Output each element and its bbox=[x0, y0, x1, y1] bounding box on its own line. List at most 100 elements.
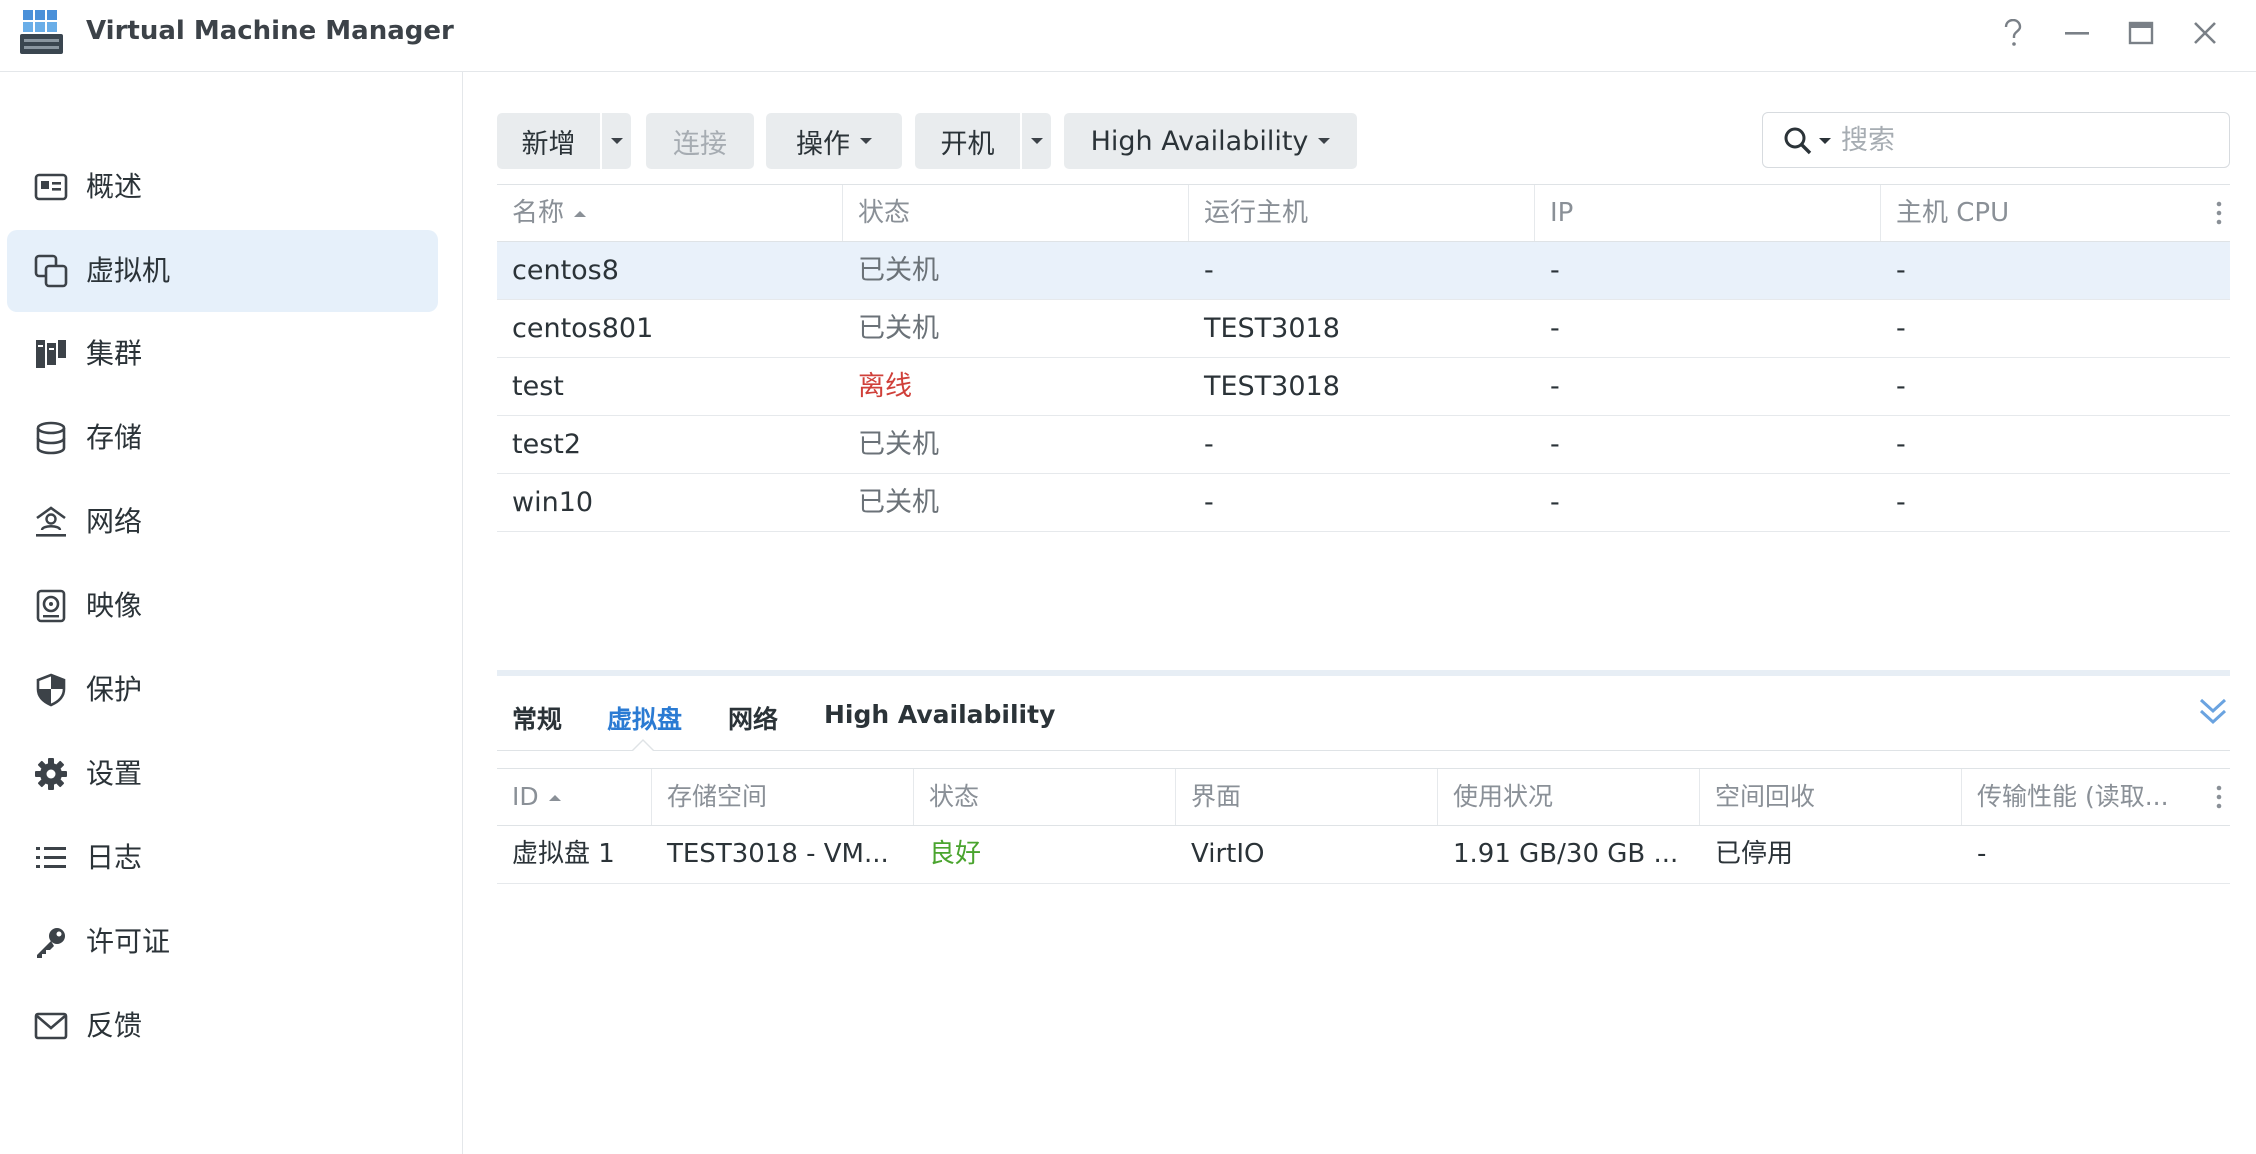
close-button[interactable] bbox=[2182, 10, 2228, 56]
virtual-disk-table: ID 存储空间 状态 界面 使用状况 空间回收 传输性能 (读取... 虚拟盘 … bbox=[497, 768, 2230, 884]
column-header-label: IP bbox=[1550, 198, 1574, 228]
column-header-label: 使用状况 bbox=[1453, 782, 1554, 811]
sidebar-item-label: 概述 bbox=[86, 170, 143, 203]
table-row[interactable]: centos8 已关机 - - - bbox=[497, 242, 2230, 300]
column-header-label: 空间回收 bbox=[1715, 782, 1816, 811]
column-header-id[interactable]: ID bbox=[497, 769, 652, 825]
minimize-button[interactable] bbox=[2054, 10, 2100, 56]
search-box[interactable] bbox=[1762, 112, 2230, 168]
column-header-status[interactable]: 状态 bbox=[843, 185, 1189, 241]
connect-button-label: 连接 bbox=[673, 128, 727, 160]
app-title: Virtual Machine Manager bbox=[86, 16, 454, 46]
vm-host: - bbox=[1204, 487, 1214, 518]
column-header-label: 主机 CPU bbox=[1896, 198, 2010, 228]
disk-id: 虚拟盘 1 bbox=[512, 839, 615, 869]
column-header-space-reclaim[interactable]: 空间回收 bbox=[1700, 769, 1962, 825]
minimize-icon bbox=[2065, 32, 2089, 35]
vm-host: - bbox=[1204, 429, 1214, 460]
vm-name: centos801 bbox=[512, 313, 654, 344]
column-header-host[interactable]: 运行主机 bbox=[1189, 185, 1535, 241]
sidebar-item-protection[interactable]: 保护 bbox=[7, 649, 438, 731]
vm-name: centos8 bbox=[512, 255, 619, 286]
mail-icon bbox=[34, 1012, 68, 1040]
vm-table: 名称 状态 运行主机 IP 主机 CPU centos8 已关机 - - - c… bbox=[497, 184, 2230, 532]
sidebar: 概述 虚拟机 集群 存储 网络 映像 保护 设置 日志 许可证 反馈 bbox=[0, 72, 463, 1154]
vm-host: TEST3018 bbox=[1204, 371, 1340, 402]
column-header-usage[interactable]: 使用状况 bbox=[1438, 769, 1700, 825]
vm-ip: - bbox=[1550, 429, 1560, 460]
chevron-down-icon bbox=[860, 138, 872, 144]
column-header-disk-status[interactable]: 状态 bbox=[914, 769, 1176, 825]
add-dropdown-button[interactable] bbox=[601, 113, 631, 169]
column-header-label: 存储空间 bbox=[667, 782, 768, 811]
table-row[interactable]: test2 已关机 - - - bbox=[497, 416, 2230, 474]
vm-host: TEST3018 bbox=[1204, 313, 1340, 344]
column-header-label: 运行主机 bbox=[1204, 198, 1309, 228]
table-row[interactable]: test 离线 TEST3018 - - bbox=[497, 358, 2230, 416]
table-row[interactable]: win10 已关机 - - - bbox=[497, 474, 2230, 532]
action-button-label: 操作 bbox=[796, 128, 850, 160]
sidebar-item-log[interactable]: 日志 bbox=[7, 817, 438, 899]
column-header-label: 状态 bbox=[929, 782, 980, 811]
search-input[interactable] bbox=[1841, 121, 2211, 159]
sidebar-item-overview[interactable]: 概述 bbox=[7, 146, 438, 228]
table-header: 名称 状态 运行主机 IP 主机 CPU bbox=[497, 184, 2230, 242]
tab-general[interactable]: 常规 bbox=[512, 700, 562, 736]
column-header-label: 传输性能 (读取... bbox=[1977, 782, 2169, 811]
sidebar-item-license[interactable]: 许可证 bbox=[7, 901, 438, 983]
vm-cpu: - bbox=[1896, 487, 1906, 518]
tab-high-availability[interactable]: High Availability bbox=[824, 700, 1055, 729]
power-on-button[interactable]: 开机 bbox=[915, 113, 1020, 169]
chevron-down-icon[interactable] bbox=[1819, 138, 1831, 144]
sort-ascending-icon bbox=[548, 795, 561, 801]
vm-name: test2 bbox=[512, 429, 582, 460]
action-menu-button[interactable]: 操作 bbox=[766, 113, 902, 169]
column-header-ip[interactable]: IP bbox=[1535, 185, 1881, 241]
add-button[interactable]: 新增 bbox=[497, 113, 600, 169]
column-header-cpu[interactable]: 主机 CPU bbox=[1881, 185, 2191, 241]
vm-name: test bbox=[512, 371, 564, 402]
sidebar-item-label: 许可证 bbox=[86, 925, 171, 958]
vm-ip: - bbox=[1550, 255, 1560, 286]
column-header-transfer[interactable]: 传输性能 (读取... bbox=[1962, 769, 2197, 825]
sidebar-item-label: 日志 bbox=[86, 841, 143, 874]
sidebar-item-feedback[interactable]: 反馈 bbox=[7, 985, 438, 1067]
search-icon[interactable] bbox=[1783, 126, 1813, 156]
column-options-icon[interactable] bbox=[2216, 199, 2222, 227]
column-options-icon[interactable] bbox=[2216, 783, 2222, 811]
sidebar-item-label: 网络 bbox=[86, 505, 143, 538]
sidebar-item-storage[interactable]: 存储 bbox=[7, 397, 438, 479]
collapse-panel-icon[interactable] bbox=[2198, 696, 2228, 728]
vm-status: 已关机 bbox=[858, 255, 939, 286]
sidebar-item-virtual-machine[interactable]: 虚拟机 bbox=[7, 230, 438, 312]
maximize-button[interactable] bbox=[2118, 10, 2164, 56]
high-availability-menu-button[interactable]: High Availability bbox=[1064, 113, 1357, 169]
close-icon bbox=[2194, 22, 2216, 44]
chevron-down-icon bbox=[1318, 138, 1331, 144]
sort-ascending-icon bbox=[574, 210, 587, 217]
sidebar-item-label: 存储 bbox=[86, 421, 143, 454]
network-icon bbox=[36, 506, 66, 537]
sidebar-item-network[interactable]: 网络 bbox=[7, 481, 438, 563]
key-icon bbox=[37, 928, 65, 958]
table-row[interactable]: 虚拟盘 1 TEST3018 - VM... 良好 VirtIO 1.91 GB… bbox=[497, 826, 2230, 884]
column-header-interface[interactable]: 界面 bbox=[1176, 769, 1438, 825]
sidebar-item-label: 保护 bbox=[86, 673, 143, 706]
sidebar-item-settings[interactable]: 设置 bbox=[7, 733, 438, 815]
power-on-dropdown-button[interactable] bbox=[1021, 113, 1051, 169]
vm-status: 已关机 bbox=[858, 313, 939, 344]
tab-virtual-disk[interactable]: 虚拟盘 bbox=[607, 700, 682, 736]
tab-network[interactable]: 网络 bbox=[728, 700, 778, 736]
column-header-name[interactable]: 名称 bbox=[497, 185, 843, 241]
column-header-storage[interactable]: 存储空间 bbox=[652, 769, 914, 825]
connect-button[interactable]: 连接 bbox=[646, 113, 754, 169]
vm-ip: - bbox=[1550, 371, 1560, 402]
column-header-label: 状态 bbox=[858, 198, 911, 228]
sidebar-item-cluster[interactable]: 集群 bbox=[7, 313, 438, 395]
table-row[interactable]: centos801 已关机 TEST3018 - - bbox=[497, 300, 2230, 358]
vm-host: - bbox=[1204, 255, 1214, 286]
vm-status: 已关机 bbox=[858, 487, 939, 518]
help-button[interactable] bbox=[1990, 10, 2036, 56]
overview-icon bbox=[34, 173, 68, 201]
sidebar-item-image[interactable]: 映像 bbox=[7, 565, 438, 647]
